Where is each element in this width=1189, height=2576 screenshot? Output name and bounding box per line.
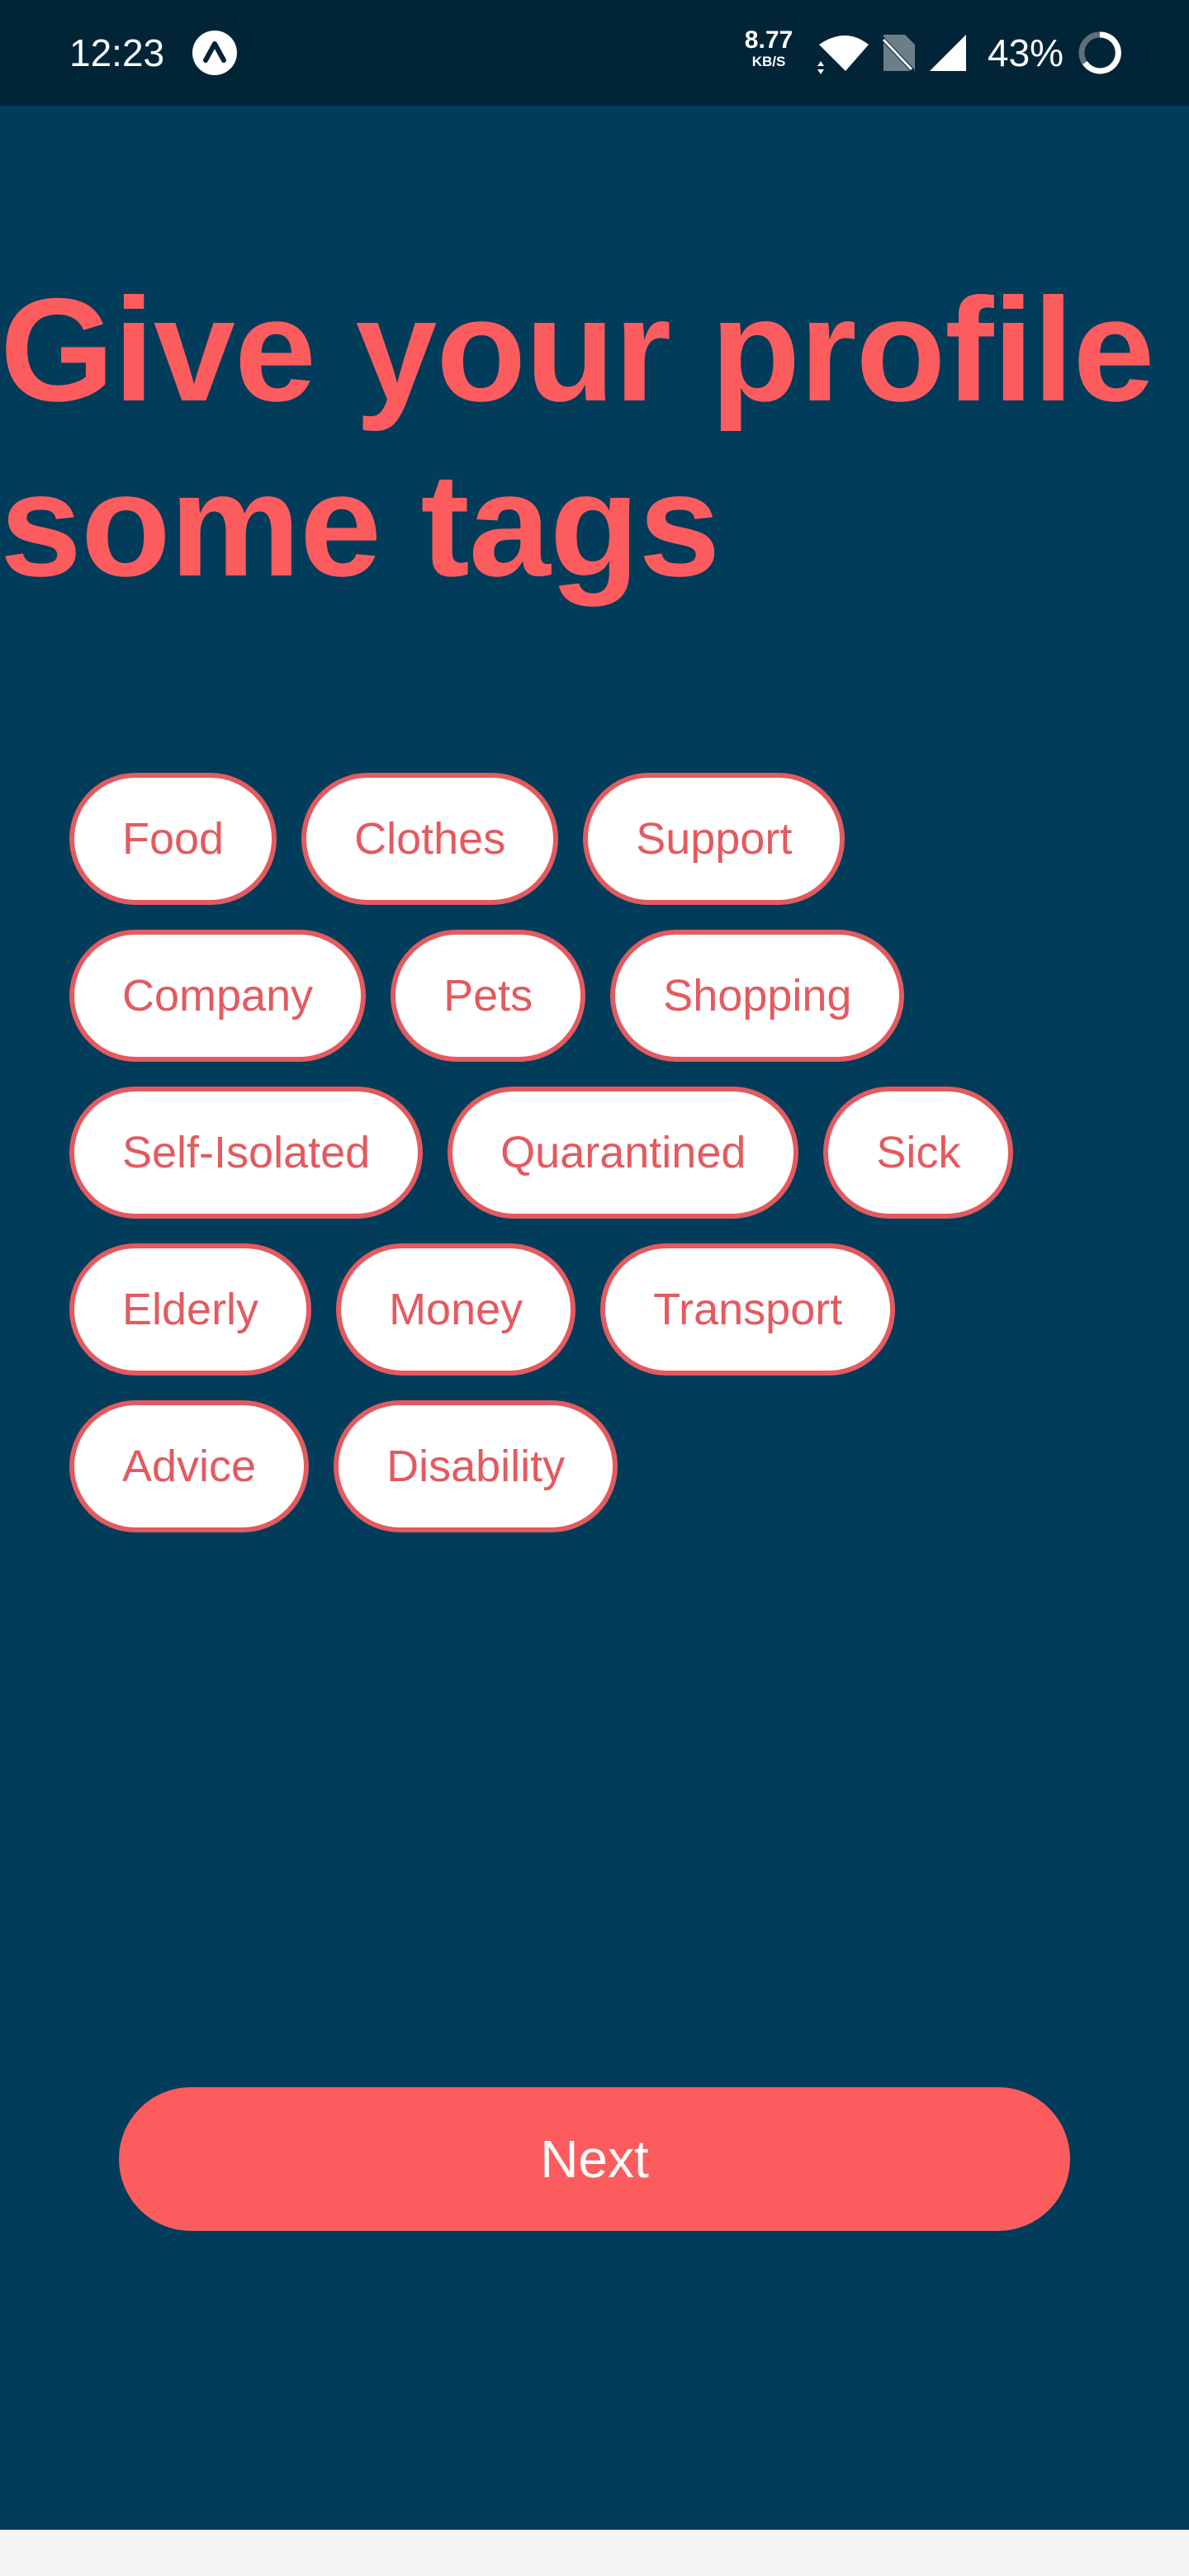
tag-transport[interactable]: Transport (600, 1243, 896, 1376)
app-notification-icon (192, 31, 237, 75)
tag-shopping[interactable]: Shopping (610, 930, 905, 1062)
wifi-icon (817, 36, 869, 74)
tag-sick[interactable]: Sick (823, 1087, 1014, 1219)
tag-support[interactable]: Support (583, 773, 846, 905)
no-sim-icon (880, 35, 915, 73)
tag-self-isolated[interactable]: Self-Isolated (69, 1087, 424, 1219)
page-title: Give your profile some tags (0, 268, 1154, 607)
status-time: 12:23 (69, 31, 165, 74)
network-speed-value: 8.77 (744, 26, 793, 54)
tag-pets[interactable]: Pets (391, 930, 586, 1062)
status-bar: 12:23 8.77 KB/S 43% (0, 0, 1189, 106)
tag-money[interactable]: Money (336, 1243, 576, 1376)
network-speed: 8.77 KB/S (740, 28, 798, 71)
battery-saver-icon (1078, 31, 1121, 74)
tag-disability[interactable]: Disability (334, 1400, 618, 1532)
tag-advice[interactable]: Advice (69, 1400, 310, 1532)
cell-signal-icon (930, 35, 966, 71)
system-nav-bar (0, 2530, 1189, 2576)
tag-food[interactable]: Food (69, 773, 277, 905)
tag-list: Food Clothes Support Company Pets Shoppi… (69, 773, 1135, 1532)
network-speed-unit: KB/S (751, 54, 786, 69)
tag-elderly[interactable]: Elderly (69, 1243, 312, 1376)
tag-quarantined[interactable]: Quarantined (448, 1087, 799, 1219)
next-button[interactable]: Next (119, 2087, 1070, 2231)
tag-company[interactable]: Company (69, 930, 367, 1062)
tag-clothes[interactable]: Clothes (301, 773, 559, 905)
battery-percent: 43% (988, 31, 1064, 74)
